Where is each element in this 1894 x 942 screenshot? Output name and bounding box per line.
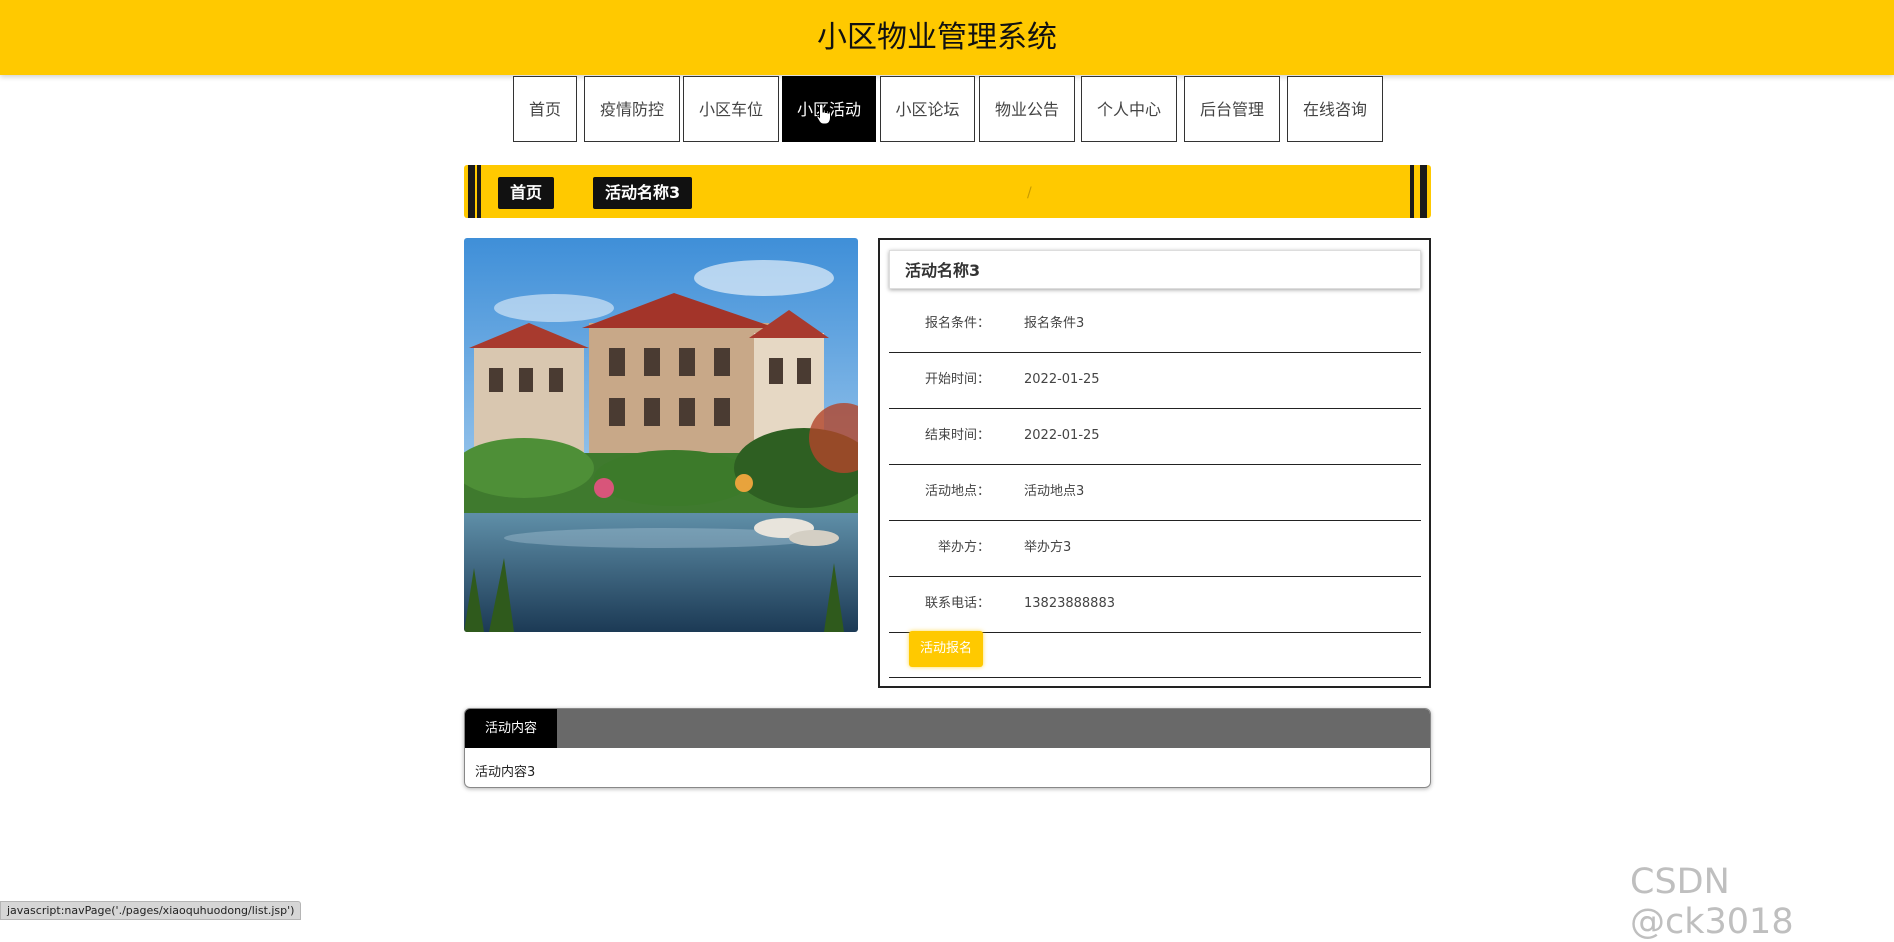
nav-item-epidemic[interactable]: 疫情防控: [584, 76, 680, 142]
signup-button[interactable]: 活动报名: [909, 631, 983, 667]
detail-row-signup-condition: 报名条件： 报名条件3: [889, 296, 1421, 353]
breadcrumb: 首页 / 活动名称3: [464, 165, 1431, 218]
tab-activity-content[interactable]: 活动内容: [465, 709, 557, 748]
breadcrumb-stripe-right: [1420, 165, 1427, 218]
header-bar: 小区物业管理系统: [0, 0, 1894, 75]
detail-label: 联系电话：: [924, 596, 990, 611]
breadcrumb-separator: /: [1027, 185, 1032, 201]
nav-item-parking[interactable]: 小区车位: [683, 76, 779, 142]
detail-row-start-time: 开始时间： 2022-01-25: [889, 352, 1421, 409]
detail-label: 结束时间：: [924, 428, 990, 443]
detail-value: 2022-01-25: [1024, 372, 1100, 387]
detail-value: 活动地点3: [1024, 484, 1085, 499]
breadcrumb-stripe-left: [468, 165, 475, 218]
nav-item-announcements[interactable]: 物业公告: [979, 76, 1075, 142]
detail-row-organizer: 举办方： 举办方3: [889, 520, 1421, 577]
activity-content-text: 活动内容3: [475, 765, 536, 780]
nav-item-admin[interactable]: 后台管理: [1184, 76, 1280, 142]
watermark: CSDN @ck3018: [1630, 862, 1794, 942]
activity-title: 活动名称3: [889, 250, 1421, 289]
signup-row: 活动报名: [889, 627, 1421, 678]
breadcrumb-stripe-left-inner: [477, 165, 481, 218]
detail-value: 举办方3: [1024, 540, 1072, 555]
activity-detail-panel: 活动名称3 报名条件： 报名条件3 开始时间： 2022-01-25 结束时间：…: [878, 238, 1431, 688]
content-tab-bar: 活动内容: [465, 709, 1430, 748]
detail-label: 活动地点：: [924, 484, 990, 499]
breadcrumb-home-link[interactable]: 首页: [498, 177, 555, 209]
detail-row-end-time: 结束时间： 2022-01-25: [889, 408, 1421, 465]
breadcrumb-stripe-right-inner: [1410, 165, 1414, 218]
nav-item-home[interactable]: 首页: [513, 76, 577, 142]
detail-value: 13823888883: [1024, 596, 1115, 611]
nav-item-personal-center[interactable]: 个人中心: [1081, 76, 1177, 142]
breadcrumb-current: 活动名称3: [593, 177, 693, 209]
villa-landscape-image: [464, 238, 858, 632]
detail-label: 报名条件：: [924, 316, 990, 331]
nav-item-forum[interactable]: 小区论坛: [880, 76, 975, 142]
site-title: 小区物业管理系统: [817, 20, 1057, 55]
detail-label: 举办方：: [937, 540, 990, 555]
nav-item-consult[interactable]: 在线咨询: [1287, 76, 1383, 142]
detail-value: 报名条件3: [1024, 316, 1085, 331]
activity-photo: [464, 238, 858, 632]
detail-row-location: 活动地点： 活动地点3: [889, 464, 1421, 521]
detail-row-phone: 联系电话： 13823888883: [889, 576, 1421, 633]
browser-status-bar: javascript:navPage('./pages/xiaoquhuodon…: [0, 901, 302, 920]
activity-content-box: 活动内容 活动内容3: [464, 708, 1431, 788]
hand-cursor-icon: [816, 103, 831, 125]
detail-value: 2022-01-25: [1024, 428, 1100, 443]
detail-label: 开始时间：: [924, 372, 990, 387]
